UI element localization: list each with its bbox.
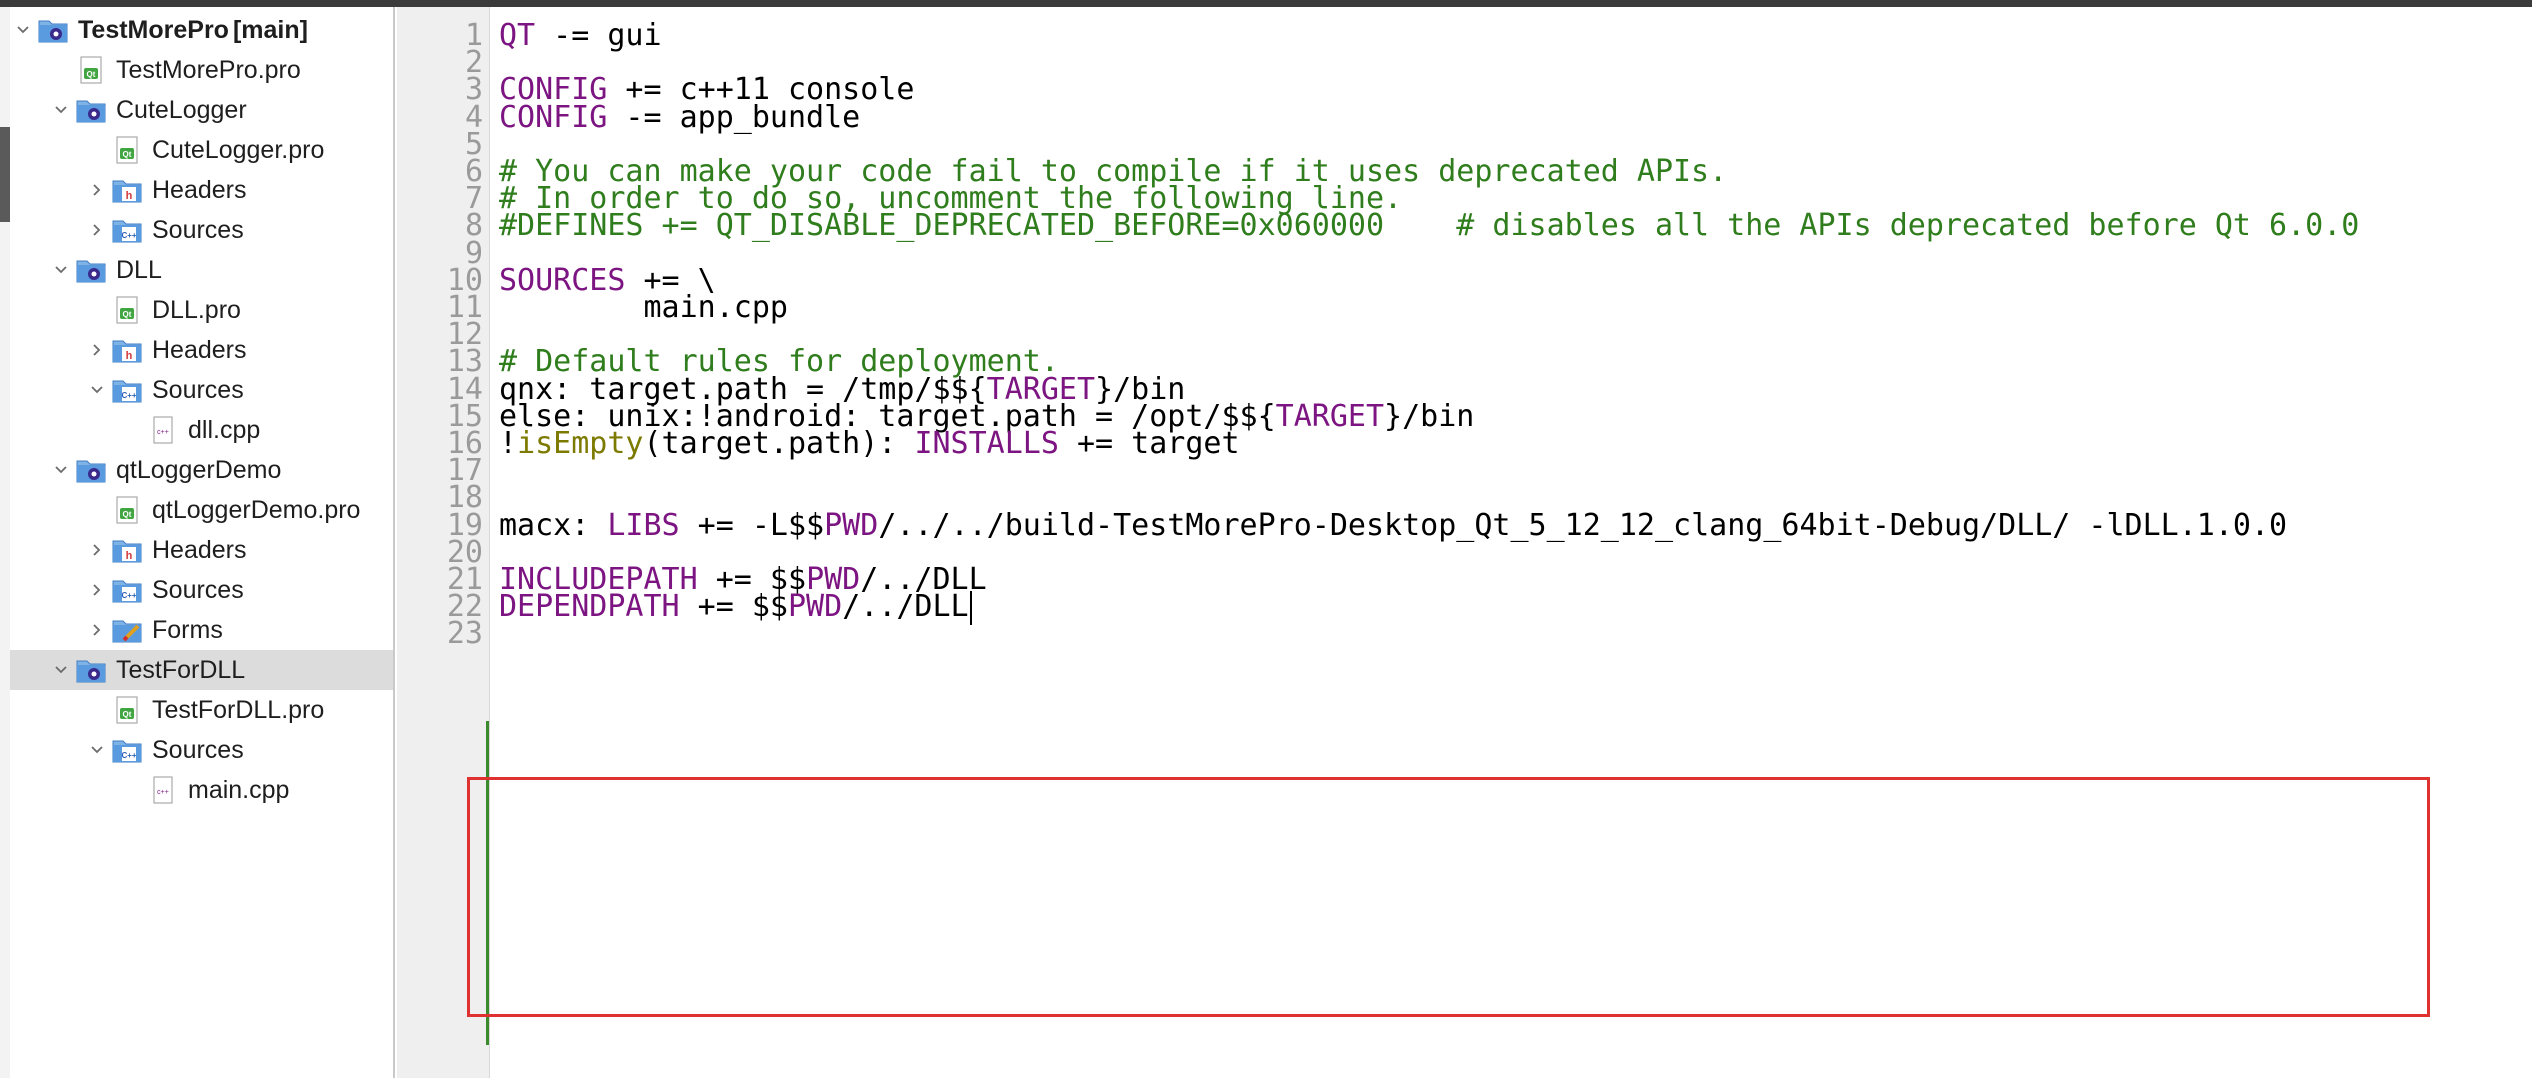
tree-item-testfordll-main-cpp[interactable]: main.cpp — [10, 770, 393, 810]
sources-folder-icon — [112, 576, 142, 604]
tree-item-qtloggerdemo-forms[interactable]: Forms — [10, 610, 393, 650]
tree-item-cutelogger[interactable]: CuteLogger — [10, 90, 393, 130]
project-folder-icon — [76, 456, 106, 484]
code-editor[interactable]: 1 QT -= gui 2 3 CONFIG += c++11 console 4 CONF… — [397, 7, 2532, 1078]
left-edge-handle — [0, 127, 10, 222]
tree-item-label: CuteLogger.pro — [152, 135, 325, 164]
tree-item-label: CuteLogger — [116, 95, 247, 124]
chevron-right-icon[interactable] — [86, 579, 108, 601]
pro-file-icon — [76, 56, 106, 84]
tree-item-dll[interactable]: DLL — [10, 250, 393, 290]
tree-root-name: TestMorePro — [78, 15, 229, 44]
project-folder-icon — [76, 656, 106, 684]
tree-item-dll-pro[interactable]: DLL.pro — [10, 290, 393, 330]
chevron-down-icon[interactable] — [86, 379, 108, 401]
tree-item-label: Forms — [152, 615, 223, 644]
tree-item-label: DLL.pro — [152, 295, 241, 324]
tree-item-label: qtLoggerDemo.pro — [152, 495, 361, 524]
sources-folder-icon — [112, 216, 142, 244]
project-folder-icon — [76, 256, 106, 284]
tree-item-dll-cpp[interactable]: dll.cpp — [10, 410, 393, 450]
chevron-down-icon[interactable] — [50, 99, 72, 121]
chevron-down-icon[interactable] — [50, 259, 72, 281]
tree-item-cutelogger-sources[interactable]: Sources — [10, 210, 393, 250]
project-folder-icon — [76, 96, 106, 124]
tree-item-cutelogger-pro[interactable]: CuteLogger.pro — [10, 130, 393, 170]
left-edge-strip — [0, 7, 10, 1078]
tree-item-label: Sources — [152, 735, 244, 764]
tree-item-qtloggerdemo[interactable]: qtLoggerDemo — [10, 450, 393, 490]
headers-folder-icon — [112, 336, 142, 364]
chevron-down-icon[interactable] — [50, 659, 72, 681]
pro-file-icon — [112, 136, 142, 164]
tree-item-testfordll-pro[interactable]: TestForDLL.pro — [10, 690, 393, 730]
chevron-down-icon[interactable] — [86, 739, 108, 761]
tree-root-branch: [main] — [232, 15, 308, 44]
project-tree[interactable]: TestMorePro [main] TestMorePro.pro CuteL… — [10, 7, 395, 1078]
tree-item-dll-headers[interactable]: Headers — [10, 330, 393, 370]
chevron-right-icon[interactable] — [86, 619, 108, 641]
tree-item-dll-sources[interactable]: Sources — [10, 370, 393, 410]
modified-lines-marker — [486, 721, 489, 1045]
tree-item-label: qtLoggerDemo — [116, 455, 282, 484]
chevron-right-icon[interactable] — [86, 179, 108, 201]
tree-item-label: TestMorePro.pro — [116, 55, 301, 84]
tree-root-testmorepro[interactable]: TestMorePro [main] — [10, 10, 393, 50]
tree-item-label: Sources — [152, 575, 244, 604]
tree-item-testfordll-sources[interactable]: Sources — [10, 730, 393, 770]
tree-item-label: Headers — [152, 535, 247, 564]
chevron-right-icon[interactable] — [86, 539, 108, 561]
tree-item-qtloggerdemo-pro[interactable]: qtLoggerDemo.pro — [10, 490, 393, 530]
pro-file-icon — [112, 696, 142, 724]
project-folder-icon — [38, 16, 68, 44]
sources-folder-icon — [112, 736, 142, 764]
chevron-right-icon[interactable] — [86, 339, 108, 361]
tree-item-testfordll[interactable]: TestForDLL — [10, 650, 393, 690]
tree-item-label: dll.cpp — [188, 415, 261, 444]
chevron-right-icon[interactable] — [86, 219, 108, 241]
pro-file-icon — [112, 296, 142, 324]
tree-item-label: Headers — [152, 175, 247, 204]
chevron-down-icon[interactable] — [50, 459, 72, 481]
line-number: 23 — [446, 616, 483, 652]
cpp-file-icon — [148, 776, 178, 804]
tree-item-label: TestForDLL — [116, 655, 246, 684]
headers-folder-icon — [112, 176, 142, 204]
chevron-down-icon[interactable] — [12, 19, 34, 41]
code-line[interactable]: 23 — [397, 612, 2532, 656]
tree-item-label: Headers — [152, 335, 247, 364]
tree-item-label: Sources — [152, 215, 244, 244]
window-top-bar — [0, 0, 2532, 7]
sources-folder-icon — [112, 376, 142, 404]
tree-item-qtloggerdemo-headers[interactable]: Headers — [10, 530, 393, 570]
tree-item-label: Sources — [152, 375, 244, 404]
forms-folder-icon — [112, 616, 142, 644]
tree-item-label: DLL — [116, 255, 162, 284]
headers-folder-icon — [112, 536, 142, 564]
tree-item-qtloggerdemo-sources[interactable]: Sources — [10, 570, 393, 610]
tree-item-cutelogger-headers[interactable]: Headers — [10, 170, 393, 210]
tree-item-label: main.cpp — [188, 775, 290, 804]
tree-item-testmorepro-pro[interactable]: TestMorePro.pro — [10, 50, 393, 90]
cpp-file-icon — [148, 416, 178, 444]
pro-file-icon — [112, 496, 142, 524]
tree-item-label: TestForDLL.pro — [152, 695, 325, 724]
